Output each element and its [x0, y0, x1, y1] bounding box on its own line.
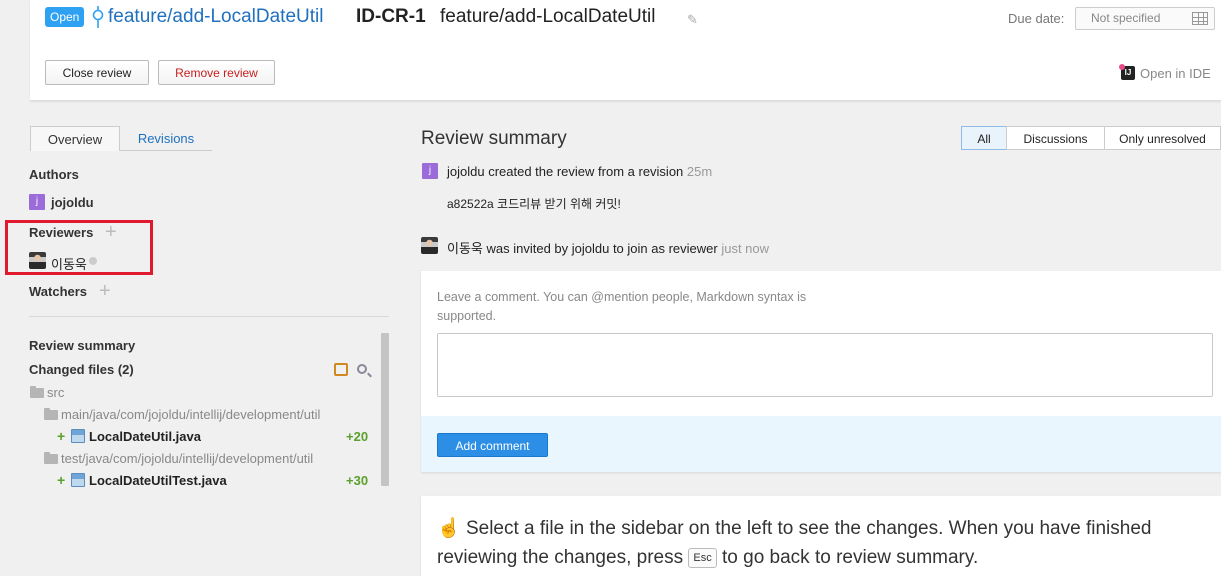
due-date-value: Not specified: [1091, 11, 1161, 25]
edit-pencil-icon[interactable]: ✎: [687, 12, 698, 28]
event-created: jojoldu created the review from a revisi…: [447, 164, 712, 179]
event-time: 25m: [686, 164, 713, 179]
filter-only-unresolved[interactable]: Only unresolved: [1104, 126, 1221, 150]
review-header: Open feature/add-LocalDateUtil ID-CR-1 f…: [30, 0, 1221, 101]
esc-key: Esc: [688, 547, 717, 568]
remove-review-button[interactable]: Remove review: [158, 60, 275, 85]
filter-discussions[interactable]: Discussions: [1006, 126, 1105, 150]
tab-revisions[interactable]: Revisions: [120, 126, 212, 151]
info-card: ☝ Select a file in the sidebar on the le…: [421, 496, 1221, 576]
status-badge: Open: [45, 7, 85, 27]
sidebar-divider: [29, 316, 389, 317]
add-watcher-plus-icon[interactable]: +: [99, 281, 111, 301]
tree-folder-main[interactable]: main/java/com/jojoldu/intellij/developme…: [61, 407, 320, 422]
comment-footer: Add comment: [421, 416, 1221, 472]
highlight-box: [5, 220, 153, 275]
review-id: ID-CR-1: [356, 6, 426, 27]
watchers-heading: Watchers: [29, 284, 88, 299]
comment-hint: Leave a comment. You can @mention people…: [437, 290, 807, 323]
author-name[interactable]: jojoldu: [51, 195, 94, 210]
filter-all[interactable]: All: [961, 126, 1007, 150]
added-lines-count: +20: [346, 429, 369, 444]
calendar-icon[interactable]: [1192, 12, 1208, 25]
due-date-label: Due date:: [1008, 11, 1065, 26]
page-title: Review summary: [421, 128, 567, 149]
comment-card: Leave a comment. You can @mention people…: [421, 271, 1221, 472]
changed-files-heading: Changed files (2): [29, 362, 134, 377]
java-file-icon: [71, 429, 85, 443]
intellij-icon[interactable]: IJ: [1119, 64, 1135, 80]
event-text: jojoldu created the review from a revisi…: [447, 164, 684, 179]
file-localdateutil[interactable]: LocalDateUtil.java: [89, 429, 201, 444]
search-icon[interactable]: [357, 364, 367, 374]
add-comment-button[interactable]: Add comment: [437, 433, 548, 457]
commit-link[interactable]: a82522a 코드리뷰 받기 위해 커밋!: [447, 195, 621, 212]
added-plus-icon: +: [57, 472, 66, 488]
java-file-icon: [71, 473, 85, 487]
branch-link[interactable]: feature/add-LocalDateUtil: [108, 6, 323, 28]
folder-icon: [44, 408, 58, 420]
review-summary-link[interactable]: Review summary: [29, 338, 135, 353]
added-lines-count: +30: [346, 473, 369, 488]
author-avatar: j: [422, 163, 438, 179]
folder-view-icon[interactable]: [334, 363, 348, 376]
info-text: ☝ Select a file in the sidebar on the le…: [437, 514, 1221, 572]
pointer-hand-icon: ☝: [437, 518, 461, 539]
info-part2: to go back to review summary.: [722, 547, 979, 568]
sidebar-scrollbar[interactable]: [381, 333, 389, 486]
event-text: 이동욱 was invited by jojoldu to join as re…: [447, 241, 718, 256]
event-invited: 이동욱 was invited by jojoldu to join as re…: [447, 238, 769, 257]
branch-icon: [92, 6, 104, 28]
review-title: feature/add-LocalDateUtil: [440, 6, 656, 27]
folder-icon: [44, 452, 58, 464]
open-in-ide-link[interactable]: Open in IDE: [1140, 66, 1211, 81]
event-time: just now: [721, 241, 770, 256]
comment-textarea[interactable]: [437, 333, 1213, 397]
file-localdateutiltest[interactable]: LocalDateUtilTest.java: [89, 473, 227, 488]
author-avatar: j: [29, 194, 45, 210]
added-plus-icon: +: [57, 428, 66, 444]
reviewer-avatar: [421, 237, 438, 254]
due-date-field[interactable]: Not specified: [1075, 7, 1215, 30]
tree-folder-test[interactable]: test/java/com/jojoldu/intellij/developme…: [61, 451, 313, 466]
tab-overview[interactable]: Overview: [30, 126, 120, 151]
close-review-button[interactable]: Close review: [45, 60, 149, 85]
authors-heading: Authors: [29, 167, 79, 182]
tree-folder-src[interactable]: src: [47, 385, 64, 400]
folder-icon: [30, 386, 44, 398]
